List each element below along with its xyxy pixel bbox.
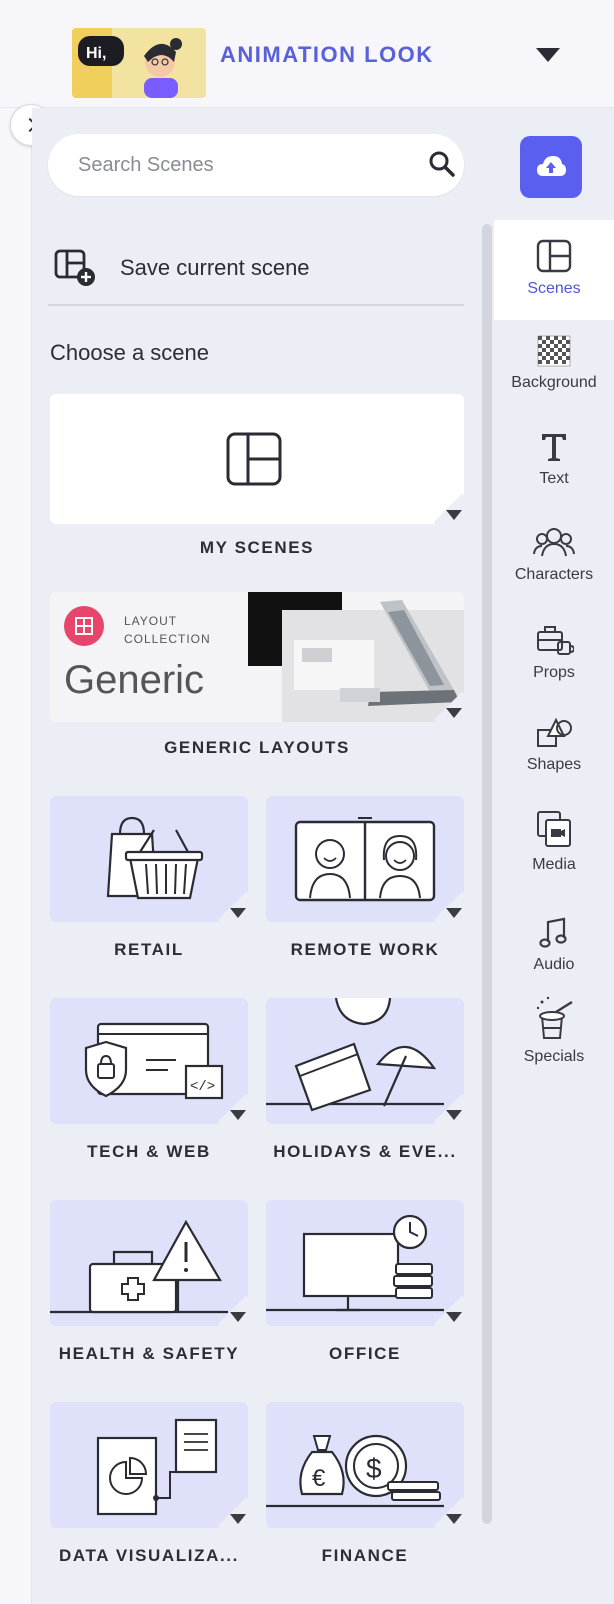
look-title[interactable]: ANIMATION LOOK: [220, 42, 434, 68]
data-visualization-label: DATA VISUALIZA...: [59, 1546, 239, 1565]
choose-scene-heading: Choose a scene: [50, 340, 209, 365]
my-scenes-card[interactable]: [50, 394, 464, 524]
holidays-events-card[interactable]: [266, 998, 464, 1124]
card-menu-caret-icon[interactable]: [446, 1312, 462, 1322]
magic-hat-icon: [536, 996, 573, 1039]
rail-item-media[interactable]: Media: [494, 808, 614, 874]
card-menu-caret-icon[interactable]: [446, 708, 462, 718]
search-icon[interactable]: [428, 150, 456, 178]
media-icon: [537, 811, 571, 847]
save-current-scene-label: Save current scene: [120, 255, 310, 280]
layout-collection-line1: LAYOUT: [124, 614, 178, 628]
office-card[interactable]: [266, 1200, 464, 1326]
office-label: OFFICE: [329, 1344, 401, 1363]
generic-layouts-card[interactable]: LAYOUT COLLECTION Generic: [50, 592, 464, 722]
rail-item-shapes[interactable]: Shapes: [494, 716, 614, 774]
rail-label-background: Background: [511, 374, 597, 391]
scenes-layout-icon: [226, 432, 282, 486]
rail-label-text: Text: [539, 470, 569, 487]
card-menu-caret-icon[interactable]: [230, 1514, 246, 1524]
office-icon: [266, 1214, 444, 1312]
finance-icon: € $: [266, 1434, 444, 1508]
health-safety-icon: [50, 1219, 228, 1314]
characters-icon: [533, 528, 575, 557]
look-dropdown-caret-icon[interactable]: [536, 48, 560, 62]
retail-basket-icon: [106, 816, 204, 900]
card-menu-caret-icon[interactable]: [446, 510, 462, 520]
health-safety-label: HEALTH & SAFETY: [58, 1344, 240, 1363]
generic-big-text: Generic: [64, 658, 205, 702]
tech-web-label: TECH & WEB: [87, 1142, 211, 1161]
svg-text:€: €: [312, 1465, 326, 1492]
tech-web-card[interactable]: </>: [50, 998, 248, 1124]
save-current-scene-button[interactable]: Save current scene: [52, 236, 468, 300]
rail-item-specials[interactable]: Specials: [494, 996, 614, 1066]
scenes-panel: Save current scene Choose a scene MY SCE…: [32, 108, 494, 1604]
left-strip: [0, 108, 32, 1604]
tool-rail: Scenes Background Text Characters Props …: [494, 108, 614, 1604]
retail-card[interactable]: [50, 796, 248, 922]
rail-item-background[interactable]: Background: [494, 334, 614, 392]
data-visualization-icon: [96, 1418, 218, 1516]
card-menu-caret-icon[interactable]: [230, 1110, 246, 1120]
rail-label-audio: Audio: [533, 956, 575, 973]
card-menu-caret-icon[interactable]: [230, 1312, 246, 1322]
search-bar[interactable]: [48, 134, 464, 196]
save-scene-icon: [54, 249, 95, 286]
holidays-events-label: HOLIDAYS & EVE...: [273, 1142, 457, 1161]
checkerboard-icon: [537, 335, 571, 367]
divider: [48, 304, 464, 306]
generic-layouts-label: GENERIC LAYOUTS: [164, 738, 350, 757]
rail-item-characters[interactable]: Characters: [494, 526, 614, 584]
rail-label-scenes: Scenes: [527, 280, 581, 297]
panel-scrollbar[interactable]: [482, 224, 492, 1524]
remote-work-icon: [294, 817, 436, 902]
music-note-icon: [539, 917, 567, 948]
finance-card[interactable]: € $: [266, 1402, 464, 1528]
layout-collection-line2: COLLECTION: [124, 632, 211, 646]
holidays-icon: [266, 998, 444, 1112]
rail-label-specials: Specials: [523, 1048, 585, 1065]
card-menu-caret-icon[interactable]: [446, 1110, 462, 1120]
shapes-icon: [537, 717, 572, 747]
rail-item-text[interactable]: Text: [494, 430, 614, 488]
svg-text:$: $: [366, 1453, 382, 1484]
my-scenes-label: MY SCENES: [199, 538, 315, 557]
rail-label-media: Media: [532, 856, 576, 873]
animation-look-thumbnail[interactable]: Hi,: [72, 28, 206, 98]
rail-item-props[interactable]: Props: [494, 622, 614, 682]
remote-work-card[interactable]: [266, 796, 464, 922]
header: Hi, ANIMATION LOOK: [0, 0, 614, 108]
card-menu-caret-icon[interactable]: [446, 908, 462, 918]
svg-text:</>: </>: [190, 1079, 215, 1095]
upload-button[interactable]: [520, 136, 582, 198]
cloud-upload-icon: [537, 156, 566, 176]
rail-label-shapes: Shapes: [526, 756, 582, 773]
remote-work-label: REMOTE WORK: [290, 940, 440, 959]
health-safety-card[interactable]: [50, 1200, 248, 1326]
props-icon: [537, 626, 574, 655]
scenes-icon: [536, 239, 572, 273]
thumb-hi-text: Hi,: [86, 45, 106, 62]
data-visualization-card[interactable]: [50, 1402, 248, 1528]
finance-label: FINANCE: [321, 1546, 409, 1565]
card-menu-caret-icon[interactable]: [446, 1514, 462, 1524]
tech-web-icon: </>: [84, 1022, 224, 1100]
text-icon: [542, 434, 566, 461]
rail-label-props: Props: [533, 664, 575, 681]
rail-item-scenes[interactable]: Scenes: [494, 220, 614, 320]
retail-label: RETAIL: [114, 940, 184, 959]
rail-item-audio[interactable]: Audio: [494, 916, 614, 974]
card-menu-caret-icon[interactable]: [230, 908, 246, 918]
rail-label-characters: Characters: [514, 566, 594, 583]
search-input[interactable]: [78, 148, 378, 182]
